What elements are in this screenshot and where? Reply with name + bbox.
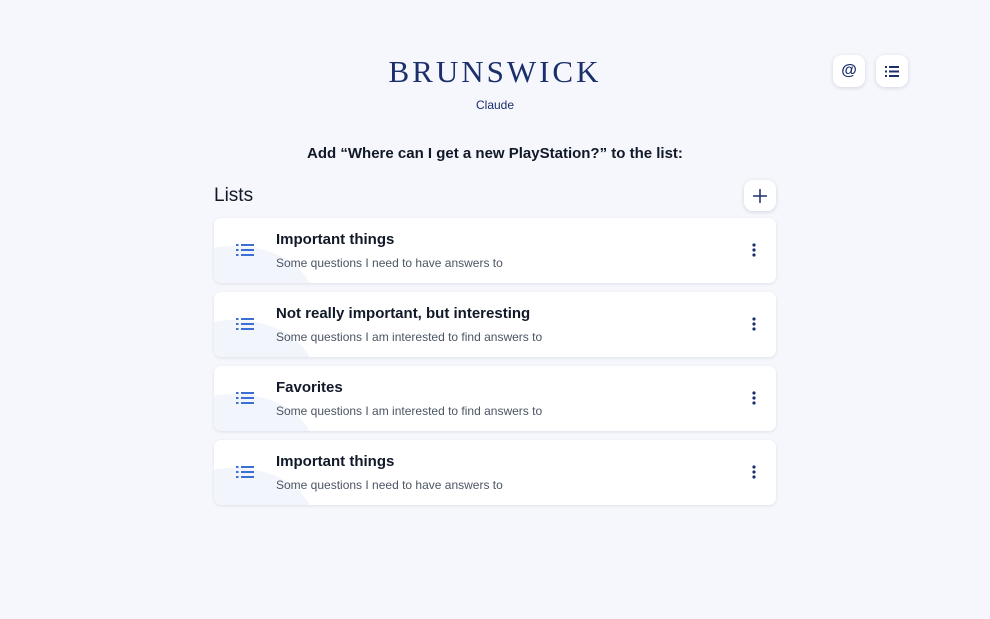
- list-card-title: Not really important, but interesting: [276, 305, 531, 322]
- list-card-menu-button[interactable]: [746, 313, 762, 335]
- list-card-title: Important things: [276, 231, 395, 248]
- page: BRUNSWICK Claude @ Add “Where can I get …: [0, 0, 990, 619]
- list-card-description: Some questions I need to have answers to: [276, 478, 503, 492]
- list-card-title: Important things: [276, 453, 395, 470]
- lists-title: Lists: [214, 185, 254, 206]
- list-icon: [236, 244, 254, 256]
- more-vertical-icon: [752, 317, 756, 331]
- list-card[interactable]: Favorites Some questions I am interested…: [214, 366, 776, 431]
- more-vertical-icon: [752, 391, 756, 405]
- list-card[interactable]: Not really important, but interesting So…: [214, 292, 776, 357]
- list-card-description: Some questions I need to have answers to: [276, 256, 503, 270]
- list-icon: [236, 392, 254, 404]
- list-card-menu-button[interactable]: [746, 239, 762, 261]
- list-icon: [236, 466, 254, 478]
- list-icon: [885, 65, 899, 77]
- brand-subtitle: Claude: [475, 98, 515, 112]
- list-card-menu-button[interactable]: [746, 387, 762, 409]
- list-card-menu-button[interactable]: [746, 461, 762, 483]
- at-icon: @: [841, 62, 857, 79]
- more-vertical-icon: [752, 465, 756, 479]
- add-list-button[interactable]: [744, 180, 776, 211]
- prompt-text: Add “Where can I get a new PlayStation?”…: [307, 145, 683, 162]
- more-vertical-icon: [752, 243, 756, 257]
- list-icon: [236, 318, 254, 330]
- list-card-title: Favorites: [276, 379, 343, 396]
- mention-button[interactable]: @: [833, 55, 865, 87]
- list-card[interactable]: Important things Some questions I need t…: [214, 218, 776, 283]
- list-card-description: Some questions I am interested to find a…: [276, 404, 543, 418]
- plus-icon: [753, 188, 767, 203]
- list-card-description: Some questions I am interested to find a…: [276, 330, 543, 344]
- list-cards: Important things Some questions I need t…: [214, 218, 776, 505]
- header-actions: @: [833, 55, 908, 87]
- lists-button[interactable]: [876, 55, 908, 87]
- lists-header: Lists: [214, 180, 776, 211]
- list-card[interactable]: Important things Some questions I need t…: [214, 440, 776, 505]
